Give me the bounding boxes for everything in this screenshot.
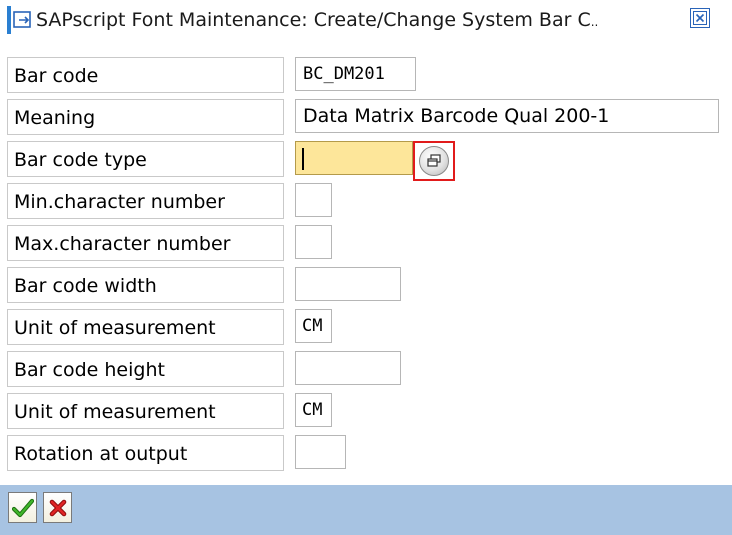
window-title: SAPscript Font Maintenance: Create/Chang… (36, 9, 599, 31)
bar-code-type-input[interactable] (295, 141, 413, 175)
height-label: Bar code height (14, 359, 165, 381)
close-button[interactable] (690, 8, 710, 28)
cancel-x-icon (49, 499, 66, 516)
row-unit-width: Unit of measurement CM (0, 307, 732, 347)
dialog-footer-toolbar (0, 485, 732, 535)
title-accent-bar (7, 6, 11, 34)
min-char-label: Min.character number (14, 191, 225, 213)
height-label-cell: Bar code height (7, 351, 284, 387)
max-char-label: Max.character number (14, 233, 231, 255)
row-rotation: Rotation at output (0, 433, 732, 473)
row-meaning: Meaning Data Matrix Barcode Qual 200-1 (0, 97, 732, 137)
row-min-char-number: Min.character number (0, 181, 732, 221)
unit-height-label-cell: Unit of measurement (7, 393, 284, 429)
rotation-label: Rotation at output (14, 443, 188, 465)
rotation-input[interactable] (295, 435, 346, 469)
bar-code-input[interactable]: BC_DM201 (295, 57, 416, 91)
bar-code-type-label: Bar code type (14, 149, 147, 171)
row-bar-code: Bar code BC_DM201 (0, 55, 732, 95)
bar-code-height-input[interactable] (295, 351, 401, 385)
unit-height-input[interactable]: CM (295, 393, 332, 427)
bar-code-value: BC_DM201 (303, 64, 385, 84)
width-label: Bar code width (14, 275, 157, 297)
unit-width-label: Unit of measurement (14, 317, 216, 339)
bar-code-label-cell: Bar code (7, 57, 284, 93)
unit-height-value: CM (302, 400, 323, 420)
row-max-char-number: Max.character number (0, 223, 732, 263)
bar-code-type-label-cell: Bar code type (7, 141, 284, 177)
close-icon (693, 11, 707, 25)
title-bar: SAPscript Font Maintenance: Create/Chang… (0, 0, 732, 40)
unit-width-label-cell: Unit of measurement (7, 309, 284, 345)
row-bar-code-type: Bar code type (0, 139, 732, 179)
meaning-input[interactable]: Data Matrix Barcode Qual 200-1 (295, 99, 719, 133)
bar-code-width-input[interactable] (295, 267, 401, 301)
width-label-cell: Bar code width (7, 267, 284, 303)
cancel-button[interactable] (43, 492, 72, 523)
confirm-button[interactable] (8, 492, 37, 523)
unit-height-label: Unit of measurement (14, 401, 216, 423)
row-bar-code-height: Bar code height (0, 349, 732, 389)
min-char-label-cell: Min.character number (7, 183, 284, 219)
value-help-button[interactable] (413, 141, 455, 181)
row-bar-code-width: Bar code width (0, 265, 732, 305)
unit-width-value: CM (302, 316, 323, 336)
bar-code-label: Bar code (14, 65, 99, 87)
window-icon (13, 11, 33, 29)
rotation-label-cell: Rotation at output (7, 435, 284, 471)
max-char-input[interactable] (295, 225, 332, 259)
title-overflow: .. (590, 15, 599, 29)
meaning-value: Data Matrix Barcode Qual 200-1 (303, 105, 610, 127)
meaning-label: Meaning (14, 107, 96, 129)
min-char-input[interactable] (295, 183, 332, 217)
text-cursor (302, 148, 304, 170)
checkmark-icon (11, 498, 34, 517)
unit-width-input[interactable]: CM (295, 309, 332, 343)
max-char-label-cell: Max.character number (7, 225, 284, 261)
value-help-icon (419, 146, 449, 176)
row-unit-height: Unit of measurement CM (0, 391, 732, 431)
meaning-label-cell: Meaning (7, 99, 284, 135)
